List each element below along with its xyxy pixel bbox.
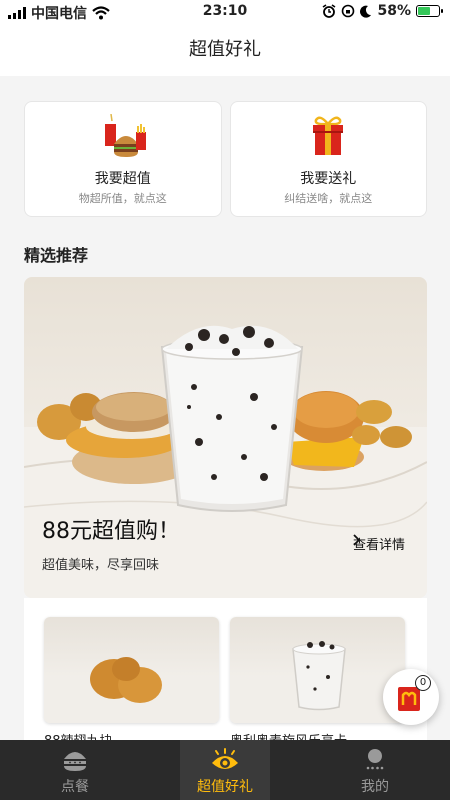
gift-box-icon (313, 116, 344, 155)
tab-label: 超值好礼 (197, 779, 253, 795)
quick-action-gift[interactable]: 我要送礼 纠结送啥，就点这 (229, 101, 427, 217)
moon-icon (360, 5, 372, 18)
alarm-icon (323, 4, 336, 18)
rotation-lock-icon (342, 4, 355, 18)
person-icon (366, 749, 384, 770)
battery-icon (416, 5, 443, 17)
status-bar: 中国电信 23:10 58% (0, 0, 450, 24)
quick-action-value[interactable]: 我要超值 物超所值，就点这 (24, 101, 222, 217)
tab-order[interactable]: 点餐 (30, 740, 120, 800)
page-title: 超值好礼 (0, 24, 450, 76)
quick-action-subtitle: 纠结送啥，就点这 (284, 192, 373, 205)
quick-action-title: 我要超值 (94, 171, 151, 187)
burger-icon (64, 752, 86, 771)
product-name: 88辣翅九块 (44, 730, 113, 740)
product-card-mcflurry[interactable] (230, 617, 405, 723)
tab-label: 我的 (361, 779, 389, 795)
section-title: 精选推荐 (24, 246, 89, 265)
mcdonalds-bag-icon (398, 687, 420, 711)
tab-rewards[interactable]: 超值好礼 (180, 740, 270, 800)
tab-profile[interactable]: 我的 (330, 740, 420, 800)
cart-button[interactable]: 0 (383, 669, 439, 725)
promo-details-link[interactable]: 查看详情 (353, 534, 405, 553)
product-name: 奥利奥麦旋风乐享卡 (230, 730, 347, 740)
promo-subtitle: 超值美味，尽享回味 (42, 558, 160, 573)
bottom-tab-bar: 点餐 超值好礼 我的 (0, 740, 450, 800)
battery-fill (418, 7, 430, 15)
wings-image (44, 657, 219, 723)
quick-action-title: 我要送礼 (300, 171, 357, 187)
mcflurry-image (230, 641, 405, 723)
product-card-wings[interactable] (44, 617, 219, 723)
battery-percent: 58% (377, 3, 411, 19)
chevron-right-icon (353, 534, 361, 546)
promo-title: 88元超值购！ (42, 519, 180, 544)
quick-action-subtitle: 物超所值，就点这 (78, 192, 167, 205)
status-right: 58% (322, 3, 443, 19)
burger-meal-icon (104, 114, 146, 157)
cart-count-badge: 0 (415, 675, 431, 691)
quick-actions: 我要超值 物超所值，就点这 我要送礼 纠结送啥，就点这 (24, 101, 427, 217)
tab-label: 点餐 (61, 779, 89, 795)
eye-icon (212, 748, 238, 769)
product-list: 88辣翅九块 奥利奥麦旋风乐享卡 (24, 598, 427, 740)
promo-banner[interactable]: 88元超值购！ 超值美味，尽享回味 查看详情 (24, 277, 427, 598)
